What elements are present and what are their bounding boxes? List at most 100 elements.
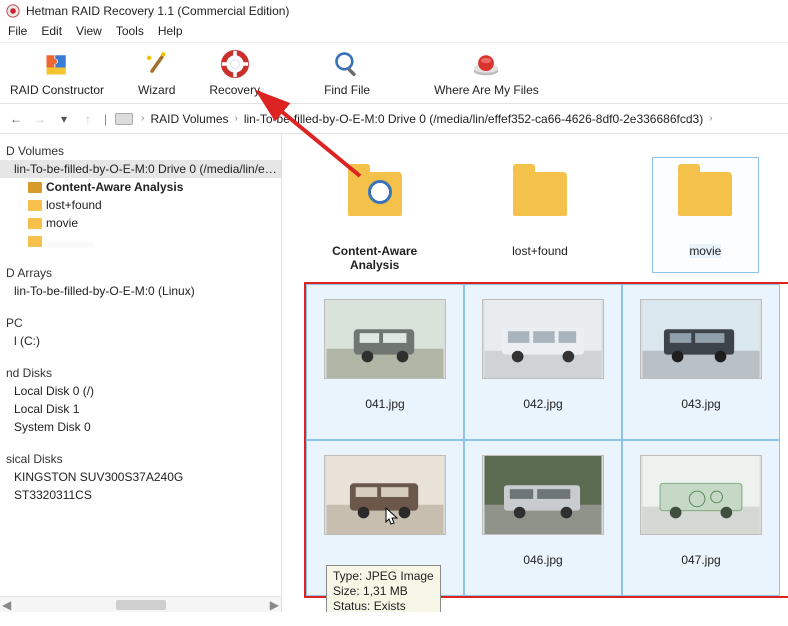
tooltip-type-value: JPEG Image (366, 569, 434, 583)
scrollbar-thumb[interactable] (116, 600, 166, 610)
thumbnail-image (482, 299, 604, 379)
folder-icon (28, 236, 42, 247)
raid-constructor-label: RAID Constructor (10, 83, 104, 97)
file-tooltip: Type: JPEG Image Size: 1,31 MB Status: E… (326, 565, 441, 612)
menu-file[interactable]: File (8, 24, 27, 38)
magnifier-icon (332, 49, 362, 79)
find-file-button[interactable]: Find File (324, 49, 370, 97)
wand-icon (142, 49, 172, 79)
folder-search-icon (348, 172, 402, 216)
nav-back-icon[interactable]: ← (8, 111, 24, 127)
folder-label: lost+found (512, 244, 568, 258)
tree-node-array[interactable]: lin-To-be-filled-by-O-E-M:0 (Linux) (0, 282, 281, 300)
recovery-label: Recovery (209, 83, 260, 97)
tooltip-size-value: 1,31 MB (363, 584, 408, 598)
tree-node-systemdisk0[interactable]: System Disk 0 (0, 418, 281, 436)
tree-section-volumes: D Volumes (0, 142, 281, 160)
where-files-button[interactable]: Where Are My Files (434, 49, 539, 97)
tooltip-status-value: Exists (374, 599, 406, 612)
tree-node-lostfound[interactable]: lost+found (0, 196, 281, 214)
tree-node-redacted[interactable]: ………… (0, 232, 281, 250)
tree-node-movie[interactable]: movie (0, 214, 281, 232)
folder-content-aware[interactable]: Content-Aware Analysis (322, 158, 427, 272)
puzzle-icon (42, 49, 72, 79)
chevron-right-icon: › (709, 113, 712, 124)
chevron-right-icon: › (235, 113, 238, 124)
scroll-left-icon[interactable]: ◀ (2, 598, 11, 612)
tooltip-type-label: Type: (333, 569, 362, 583)
file-item-042[interactable]: 042.jpg (464, 284, 622, 440)
tree-node-kingston[interactable]: KINGSTON SUV300S37A240G (0, 468, 281, 486)
breadcrumb-bar: ← → ▾ ↑ | › RAID Volumes › lin-To-be-fil… (0, 104, 788, 134)
content-pane: Content-Aware Analysis lost+found movie … (282, 134, 788, 612)
thumbnail-image (640, 455, 762, 535)
nav-up-icon[interactable]: ↑ (80, 111, 96, 127)
drive-icon (115, 113, 133, 125)
highlight-box: 041.jpg 042.jpg 043.jpg (304, 282, 788, 598)
folder-icon (28, 182, 42, 193)
folder-lostfound[interactable]: lost+found (487, 158, 592, 272)
breadcrumb-drive[interactable]: lin-To-be-filled-by-O-E-M:0 Drive 0 (/me… (244, 112, 703, 126)
breadcrumb-root[interactable]: RAID Volumes (150, 112, 228, 126)
tree-node-drive[interactable]: lin-To-be-filled-by-O-E-M:0 Drive 0 (/me… (0, 160, 281, 178)
menu-bar: File Edit View Tools Help (0, 22, 788, 43)
tree-view[interactable]: D Volumes lin-To-be-filled-by-O-E-M:0 Dr… (0, 134, 281, 596)
folder-icon (513, 172, 567, 216)
tree-node-seagate[interactable]: ST3320311CS (0, 486, 281, 504)
chevron-right-icon: › (141, 113, 144, 124)
lifebuoy-icon (220, 49, 250, 79)
nav-dropdown-icon[interactable]: ▾ (56, 111, 72, 127)
recovery-button[interactable]: Recovery (209, 49, 260, 97)
scroll-right-icon[interactable]: ▶ (270, 598, 279, 612)
sidebar-horizontal-scrollbar[interactable]: ◀ ▶ (0, 596, 281, 612)
file-item-041[interactable]: 041.jpg (306, 284, 464, 440)
thumbnail-image (482, 455, 604, 535)
nav-forward-icon[interactable]: → (32, 111, 48, 127)
tooltip-size-label: Size: (333, 584, 360, 598)
file-name: 042.jpg (523, 397, 562, 411)
find-file-label: Find File (324, 83, 370, 97)
thumbnail-image (640, 299, 762, 379)
file-name: 047.jpg (681, 553, 720, 567)
folder-row: Content-Aware Analysis lost+found movie (282, 134, 788, 278)
file-item-043[interactable]: 043.jpg (622, 284, 780, 440)
breadcrumb: › RAID Volumes › lin-To-be-filled-by-O-E… (141, 112, 780, 126)
folder-icon (678, 172, 732, 216)
tree-node-content-aware[interactable]: Content-Aware Analysis (0, 178, 281, 196)
tooltip-status-label: Status: (333, 599, 370, 612)
folder-label: movie (689, 244, 721, 258)
tree-section-physical: sical Disks (0, 450, 281, 468)
tree-node-localdisk1[interactable]: Local Disk 1 (0, 400, 281, 418)
file-name: 041.jpg (365, 397, 404, 411)
tree-section-arrays: D Arrays (0, 264, 281, 282)
file-item-046[interactable]: 046.jpg (464, 440, 622, 596)
file-item-047[interactable]: 047.jpg (622, 440, 780, 596)
panic-button-icon (471, 49, 501, 79)
sidebar: D Volumes lin-To-be-filled-by-O-E-M:0 Dr… (0, 134, 282, 612)
file-grid: 041.jpg 042.jpg 043.jpg (306, 284, 788, 596)
cursor-icon (385, 507, 399, 527)
folder-icon (28, 218, 42, 229)
raid-constructor-button[interactable]: RAID Constructor (10, 49, 104, 97)
file-name: 046.jpg (523, 553, 562, 567)
menu-view[interactable]: View (76, 24, 102, 38)
folder-icon (28, 200, 42, 211)
breadcrumb-separator: | (104, 112, 107, 126)
folder-label: Content-Aware Analysis (322, 244, 427, 272)
where-files-label: Where Are My Files (434, 83, 539, 97)
tree-node-localdisk0[interactable]: Local Disk 0 (/) (0, 382, 281, 400)
wizard-button[interactable]: Wizard (138, 49, 175, 97)
tree-section-nd-disks: nd Disks (0, 364, 281, 382)
file-name: 043.jpg (681, 397, 720, 411)
toolbar: RAID Constructor Wizard Recovery Find Fi… (0, 43, 788, 104)
menu-tools[interactable]: Tools (116, 24, 144, 38)
tree-section-pc: PC (0, 314, 281, 332)
tree-node-c[interactable]: l (C:) (0, 332, 281, 350)
window-title: Hetman RAID Recovery 1.1 (Commercial Edi… (26, 4, 289, 18)
menu-edit[interactable]: Edit (41, 24, 62, 38)
wizard-label: Wizard (138, 83, 175, 97)
thumbnail-image (324, 299, 446, 379)
menu-help[interactable]: Help (158, 24, 183, 38)
title-bar: Hetman RAID Recovery 1.1 (Commercial Edi… (0, 0, 788, 22)
folder-movie[interactable]: movie (653, 158, 758, 272)
